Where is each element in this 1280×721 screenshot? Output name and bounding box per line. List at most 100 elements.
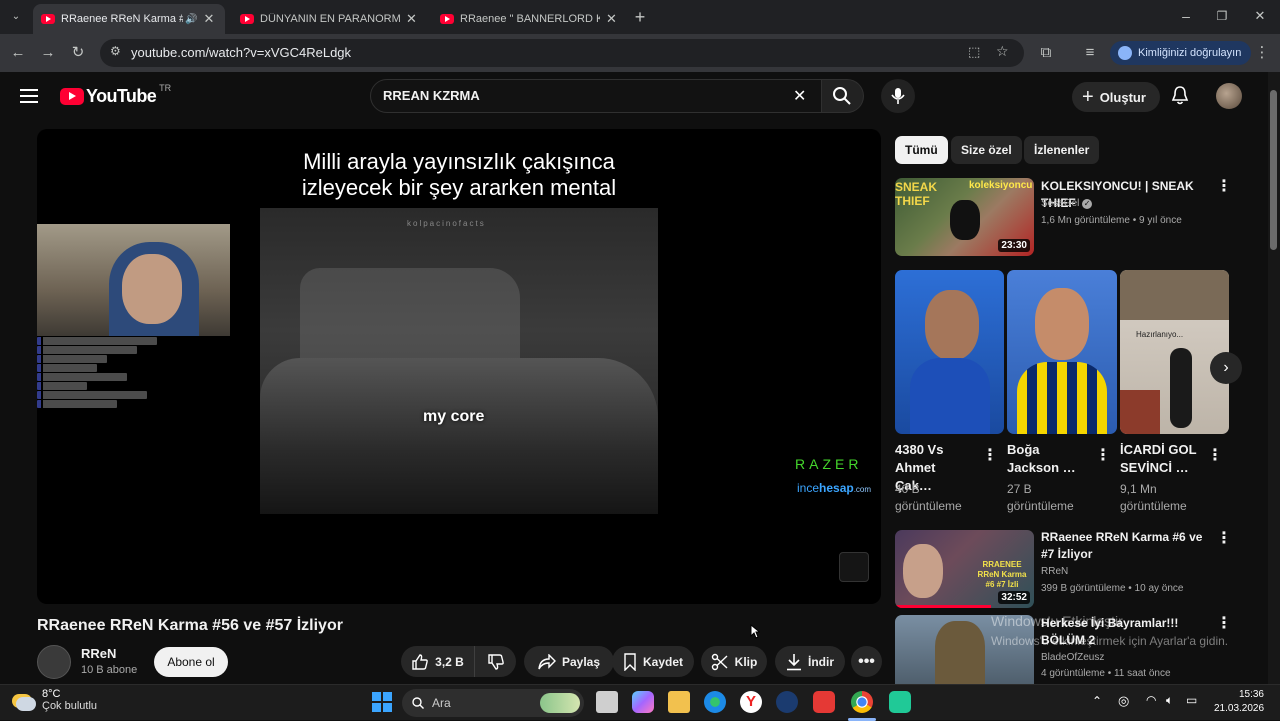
stream-chat-overlay — [37, 336, 177, 416]
reload-icon[interactable]: ↻ — [68, 43, 88, 63]
download-button[interactable]: İndir — [775, 646, 845, 677]
face-shape — [122, 254, 182, 324]
save-button[interactable]: Kaydet — [612, 646, 694, 677]
hamburger-menu-icon[interactable] — [20, 86, 38, 103]
media-controls-icon[interactable]: ≡ — [1080, 43, 1100, 63]
channel-watermark-icon[interactable] — [839, 552, 869, 582]
search-button[interactable] — [822, 79, 864, 113]
steam-icon[interactable] — [776, 691, 798, 713]
minimize-window-icon[interactable]: – — [1176, 6, 1196, 26]
site-settings-icon[interactable]: ⚙ — [110, 44, 121, 58]
recommendation-thumbnail[interactable]: RRAENEE RReN Karma #6 #7 İzli 32:52 — [895, 530, 1034, 608]
video-player[interactable]: Milli arayla yayınsızlık çakışınca izley… — [37, 129, 881, 604]
tray-chevron-up-icon[interactable]: ⌃ — [1092, 694, 1102, 708]
browser-tab-3[interactable]: RRaenee " BANNERLORD KOMİK ANLAR ✕ — [432, 4, 628, 34]
share-button[interactable]: Paylaş — [524, 646, 614, 677]
chrome-icon[interactable] — [851, 691, 873, 713]
install-app-icon[interactable]: ⬚ — [968, 44, 980, 60]
more-vertical-icon[interactable]: ⋮ — [1095, 447, 1111, 465]
weather-widget[interactable]: 8°C Çok bulutlu — [16, 688, 97, 712]
windows-start-icon[interactable] — [371, 691, 393, 713]
forward-arrow-icon[interactable]: → — [38, 43, 58, 63]
close-tab-icon[interactable]: ✕ — [203, 11, 214, 27]
more-vertical-icon[interactable]: ⋮ — [1207, 447, 1223, 465]
recommendation-meta: 1,6 Mn görüntüleme • 9 yıl önce — [1041, 215, 1182, 226]
clip-label: Klip — [734, 654, 758, 669]
browser-menu-icon[interactable]: ⋮ — [1252, 43, 1272, 63]
short-thumbnail[interactable]: Hazırlanıyo... — [1120, 270, 1229, 434]
wifi-icon[interactable]: ◠ — [1146, 693, 1156, 707]
taskbar-clock[interactable]: 15:36 21.03.2026 — [1214, 688, 1264, 716]
tray-app-icon[interactable]: ◎ — [1118, 693, 1129, 709]
short-views: 40 B görüntüleme — [895, 481, 962, 515]
chip-watched[interactable]: İzlenenler — [1024, 136, 1100, 164]
copilot-icon[interactable] — [632, 691, 654, 713]
taskbar-search[interactable]: Ara — [402, 689, 584, 717]
task-view-icon[interactable] — [596, 691, 618, 713]
scrollbar-thumb[interactable] — [1270, 90, 1277, 250]
yandex-browser-icon[interactable]: Y — [740, 691, 762, 713]
clear-search-icon[interactable]: ✕ — [793, 86, 806, 106]
account-avatar[interactable] — [1216, 83, 1242, 109]
face-shape — [1035, 288, 1089, 360]
youtube-favicon-icon — [240, 14, 254, 24]
chip-all[interactable]: Tümü — [895, 136, 948, 164]
close-tab-icon[interactable]: ✕ — [406, 11, 417, 27]
dislike-button[interactable] — [474, 646, 516, 677]
profile-verify-label: Kimliğinizi doğrulayın — [1138, 47, 1242, 59]
recommendation-thumbnail[interactable]: SNEAK THIEF koleksiyoncu 23:30 — [895, 178, 1034, 256]
file-explorer-icon[interactable] — [668, 691, 690, 713]
app-icon[interactable] — [889, 691, 911, 713]
browser-tab-2[interactable]: DÜNYANIN EN PARANORMAL OLAYLARI ✕ — [232, 4, 428, 34]
youtube-logo[interactable]: YouTube TR — [60, 83, 171, 107]
url-text[interactable]: youtube.com/watch?v=xVGC4ReLdgk — [131, 45, 351, 60]
new-tab-plus-icon[interactable]: + — [630, 7, 650, 27]
profile-verify-button[interactable]: Kimliğinizi doğrulayın — [1110, 41, 1252, 65]
shorts-next-chevron-icon[interactable]: › — [1210, 352, 1242, 384]
recommendation-channel[interactable]: SeseGel ✓ — [1041, 196, 1093, 211]
app-icon[interactable] — [813, 691, 835, 713]
more-actions-button[interactable]: ••• — [851, 646, 882, 677]
more-vertical-icon[interactable]: ⋮ — [1216, 178, 1232, 196]
notifications-bell-icon[interactable] — [1171, 85, 1189, 112]
sponsor-part-3: .com — [853, 485, 872, 494]
page-scrollbar[interactable] — [1268, 72, 1280, 684]
back-arrow-icon[interactable]: ← — [8, 43, 28, 63]
clip-button[interactable]: Klip — [701, 646, 767, 677]
recommendation-channel[interactable]: BladeOfZeusz — [1041, 650, 1104, 665]
search-input[interactable]: RREAN KZRMA — [383, 88, 480, 103]
short-title[interactable]: Boğa Jackson … — [1007, 441, 1087, 477]
maximize-window-icon[interactable]: ❐ — [1212, 6, 1232, 26]
extensions-icon[interactable]: ⧉ — [1036, 43, 1056, 63]
create-button[interactable]: + Oluştur — [1072, 82, 1160, 112]
channel-name[interactable]: RReN — [81, 646, 116, 661]
browser-tab-title: DÜNYANIN EN PARANORMAL OLAYLARI — [260, 13, 400, 25]
short-title[interactable]: İCARDİ GOL SEVİNCİ … — [1120, 441, 1202, 477]
youtube-header: YouTube TR RREAN KZRMA ✕ + Oluştur — [0, 72, 1268, 124]
like-button[interactable]: 3,2 B — [401, 646, 474, 677]
recommendation-channel[interactable]: RReN — [1041, 564, 1068, 579]
recommendation-title[interactable]: RRaenee RReN Karma #6 ve #7 İzliyor — [1041, 529, 1213, 563]
channel-avatar[interactable] — [37, 645, 71, 679]
voice-search-button[interactable] — [881, 79, 915, 113]
volume-icon[interactable]: 🔈︎ — [1166, 693, 1173, 708]
close-window-icon[interactable]: ✕ — [1250, 6, 1270, 26]
more-vertical-icon[interactable]: ⋮ — [1216, 530, 1232, 548]
bookmark-star-icon[interactable]: ☆ — [996, 43, 1009, 60]
tab-search-chevron-icon[interactable]: ⌄ — [6, 7, 26, 27]
more-vertical-icon[interactable]: ⋮ — [982, 447, 998, 465]
short-thumbnail[interactable] — [895, 270, 1004, 434]
shirt-shape — [910, 358, 990, 434]
search-box[interactable]: RREAN KZRMA ✕ — [370, 79, 822, 113]
battery-icon[interactable]: ▭ — [1186, 693, 1197, 707]
short-thumbnail[interactable] — [1007, 270, 1117, 434]
browser-toolbar: ← → ↻ ⚙ youtube.com/watch?v=xVGC4ReLdgk … — [0, 34, 1280, 72]
speaker-icon[interactable]: 🔊 — [185, 14, 197, 25]
edge-browser-icon[interactable] — [704, 691, 726, 713]
address-bar[interactable]: ⚙ youtube.com/watch?v=xVGC4ReLdgk ⬚ ☆ — [100, 39, 1024, 67]
close-tab-icon[interactable]: ✕ — [606, 11, 617, 27]
masked-figure — [950, 200, 980, 240]
subscribe-button[interactable]: Abone ol — [154, 647, 228, 677]
chip-for-you[interactable]: Size özel — [951, 136, 1022, 164]
browser-tab-1[interactable]: RRaenee RReN Karma #56 ve #57 İzliyor 🔊 … — [33, 4, 225, 34]
